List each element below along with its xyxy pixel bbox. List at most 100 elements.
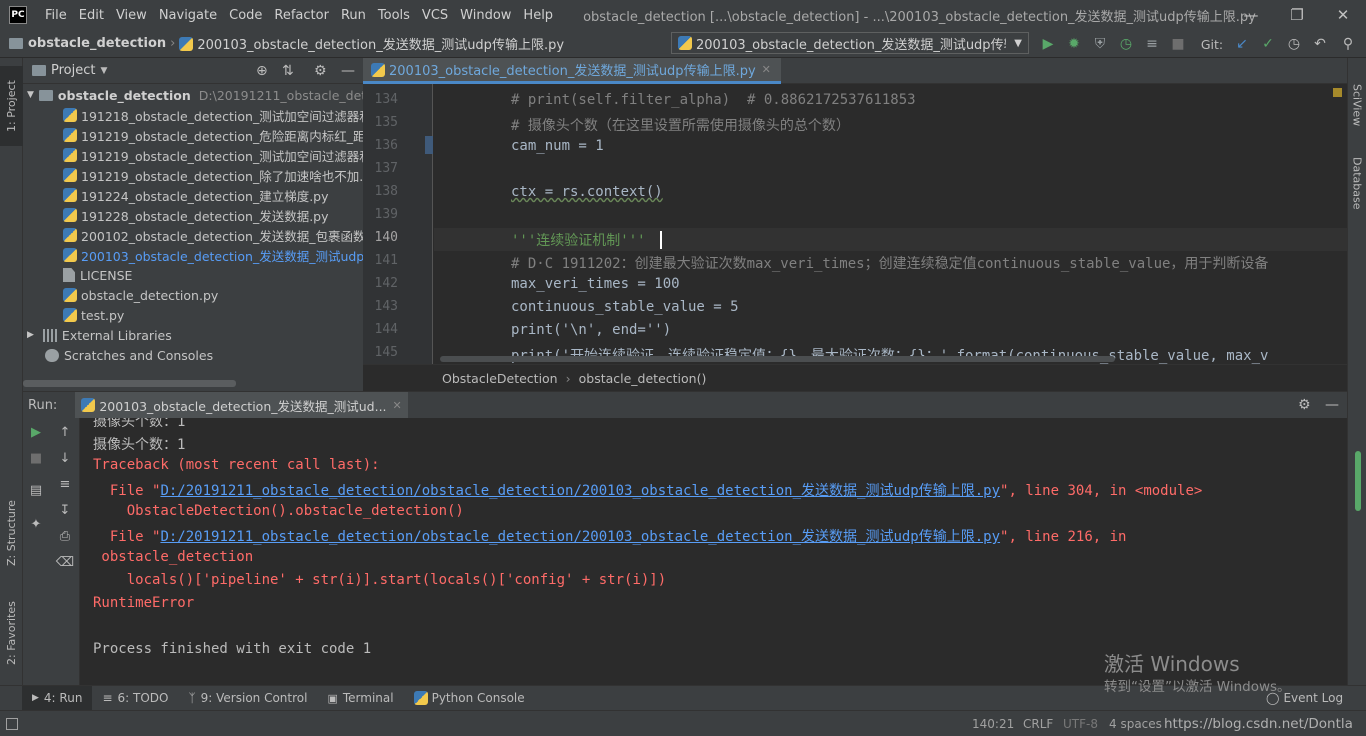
project-tool-tab[interactable]: 1: Project: [0, 66, 23, 146]
scroll-up-icon[interactable]: ↑: [55, 422, 75, 442]
tree-file[interactable]: 191224_obstacle_detection_建立梯度.py: [63, 185, 329, 205]
search-icon[interactable]: ⚲: [1338, 34, 1358, 54]
menu-vcs[interactable]: VCS: [416, 8, 454, 23]
chevron-down-icon[interactable]: ▼: [100, 66, 107, 76]
gear-icon[interactable]: ⚙: [1298, 397, 1311, 413]
tree-file[interactable]: 191219_obstacle_detection_危险距离内标红_距离外: [63, 125, 390, 145]
horizontal-scrollbar[interactable]: [23, 380, 236, 387]
run-tool-tab[interactable]: ▶ 4: Run: [22, 685, 93, 711]
run-icon[interactable]: ▶: [1038, 34, 1058, 54]
breadcrumb-class[interactable]: ObstacleDetection: [442, 371, 558, 386]
rollback-icon[interactable]: ↶: [1310, 34, 1330, 54]
code-editor[interactable]: # print(self.filter_alpha) # 0.886217253…: [434, 84, 1347, 364]
database-tool-tab[interactable]: Database: [1348, 148, 1366, 218]
tree-file[interactable]: obstacle_detection.py: [63, 285, 218, 305]
tree-external-libraries-label: External Libraries: [61, 327, 172, 343]
rerun-icon[interactable]: ▶: [26, 422, 46, 442]
tree-file-label: 191219_obstacle_detection_测试加空间过滤器和jit加: [81, 148, 397, 164]
menu-refactor[interactable]: Refactor: [268, 8, 335, 23]
tree-file[interactable]: 191218_obstacle_detection_测试加空间过滤器和jit加: [63, 105, 396, 125]
editor-horizontal-scrollbar[interactable]: [440, 356, 1115, 362]
close-tab-icon[interactable]: ✕: [762, 63, 771, 76]
indent-setting[interactable]: 4 spaces: [1109, 717, 1162, 731]
run-icon: ▶: [32, 693, 39, 703]
python-console-tool-tab[interactable]: Python Console: [404, 686, 535, 711]
menu-window[interactable]: Window: [454, 8, 517, 23]
concurrency-icon[interactable]: ≡: [1142, 34, 1162, 54]
run-toolbar: ▶ ↑ ■ ↓ ≡ ▤ ↧ ✦ ⎙ ⌫: [23, 418, 80, 685]
close-tab-icon[interactable]: ✕: [393, 399, 402, 412]
breadcrumb-project[interactable]: obstacle_detection ›: [0, 36, 179, 51]
coverage-icon[interactable]: ⛨: [1090, 34, 1110, 54]
tree-root[interactable]: ▼ obstacle_detection D:\20191211_obstacl…: [27, 85, 397, 105]
menu-help[interactable]: Help: [517, 8, 559, 23]
menu-run[interactable]: Run: [335, 8, 372, 23]
tree-external-libraries[interactable]: ▶ External Libraries: [27, 325, 172, 345]
maximize-button[interactable]: ❐: [1274, 0, 1320, 30]
scroll-down-icon[interactable]: ↓: [55, 448, 75, 468]
trash-icon[interactable]: ⌫: [55, 552, 75, 572]
caret-position[interactable]: 140:21: [972, 717, 1014, 731]
terminal-tool-tab[interactable]: ▣ Terminal: [317, 686, 403, 711]
stop-icon[interactable]: ■: [26, 448, 46, 468]
pycharm-logo-icon: PC: [9, 6, 27, 24]
soft-wrap-icon[interactable]: ≡: [55, 474, 75, 494]
gear-icon[interactable]: ⚙: [314, 63, 327, 79]
expand-arrow-icon[interactable]: ▼: [27, 90, 34, 100]
vcs-commit-icon[interactable]: ✓: [1258, 34, 1278, 54]
toggle-tool-windows-icon[interactable]: [6, 717, 18, 730]
tree-file[interactable]: LICENSE: [63, 265, 132, 285]
editor-tab-active[interactable]: 200103_obstacle_detection_发送数据_测试udp传输上限…: [363, 58, 781, 84]
menu-file[interactable]: File: [39, 8, 73, 23]
history-icon[interactable]: ◷: [1284, 34, 1304, 54]
run-tab[interactable]: 200103_obstacle_detection_发送数据_测试ud... ✕: [75, 391, 408, 419]
vcs-update-icon[interactable]: ↙: [1232, 34, 1252, 54]
collapse-all-icon[interactable]: ⇅: [282, 63, 294, 79]
run-configuration-select[interactable]: 200103_obstacle_detection_发送数据_测试udp传输上限…: [671, 32, 1029, 54]
console-scroll-indicator[interactable]: [1355, 451, 1361, 511]
debug-icon[interactable]: ✹: [1064, 34, 1084, 54]
sciview-tool-tab[interactable]: SciView: [1348, 70, 1366, 140]
scroll-to-end-icon[interactable]: ↧: [55, 500, 75, 520]
menu-code[interactable]: Code: [223, 8, 268, 23]
menu-navigate[interactable]: Navigate: [153, 8, 223, 23]
menu-view[interactable]: View: [110, 8, 153, 23]
tree-file[interactable]: 191219_obstacle_detection_除了加速啥也不加.py: [63, 165, 379, 185]
inspection-warning-icon[interactable]: [1333, 88, 1342, 97]
todo-tool-tab[interactable]: ≡ 6: TODO: [92, 686, 178, 711]
line-separator[interactable]: CRLF: [1023, 717, 1053, 731]
menu-tools[interactable]: Tools: [372, 8, 416, 23]
profile-icon[interactable]: ◷: [1116, 34, 1136, 54]
minimize-button[interactable]: —: [1228, 0, 1274, 30]
close-button[interactable]: ✕: [1320, 0, 1366, 30]
menu-edit[interactable]: Edit: [73, 8, 110, 23]
print-icon[interactable]: ⎙: [55, 526, 75, 546]
tree-file[interactable]: 200102_obstacle_detection_发送数据_包裹函数.py: [63, 225, 385, 245]
structure-tool-tab[interactable]: Z: Structure: [0, 488, 23, 578]
layout-icon[interactable]: ▤: [26, 480, 46, 500]
tree-file[interactable]: 191228_obstacle_detection_发送数据.py: [63, 205, 329, 225]
console-file-link[interactable]: D:/20191211_obstacle_detection/obstacle_…: [160, 529, 1000, 545]
pin-icon[interactable]: ✦: [26, 514, 46, 534]
hide-panel-icon[interactable]: —: [1325, 397, 1339, 413]
stop-icon[interactable]: ■: [1168, 34, 1188, 54]
expand-arrow-icon[interactable]: ▶: [27, 330, 34, 340]
locate-icon[interactable]: ⊕: [256, 63, 268, 79]
tree-file-selected[interactable]: 200103_obstacle_detection_发送数据_测试udp传输: [63, 245, 389, 265]
file-encoding[interactable]: UTF-8: [1063, 717, 1098, 731]
run-console[interactable]: 摄像头个数：1 摄像头个数：1 Traceback (most recent c…: [80, 418, 1347, 685]
tree-file[interactable]: test.py: [63, 305, 124, 325]
console-exit-line: Process finished with exit code 1: [93, 641, 372, 657]
breadcrumb-method[interactable]: obstacle_detection(): [579, 371, 707, 386]
branch-icon: ᛉ: [188, 691, 196, 705]
version-control-tool-tab[interactable]: ᛉ 9: Version Control: [178, 686, 317, 711]
favorites-tool-tab[interactable]: 2: Favorites: [0, 588, 23, 678]
project-panel-title[interactable]: Project: [51, 63, 95, 78]
console-file-link[interactable]: D:/20191211_obstacle_detection/obstacle_…: [160, 483, 1000, 499]
tree-file[interactable]: 191219_obstacle_detection_测试加空间过滤器和jit加: [63, 145, 396, 165]
breadcrumb-file[interactable]: 200103_obstacle_detection_发送数据_测试udp传输上限…: [179, 34, 564, 53]
python-file-icon: [81, 398, 96, 412]
line-number: 139: [374, 207, 398, 222]
hide-panel-icon[interactable]: —: [341, 63, 355, 79]
tree-scratches[interactable]: Scratches and Consoles: [45, 345, 213, 365]
